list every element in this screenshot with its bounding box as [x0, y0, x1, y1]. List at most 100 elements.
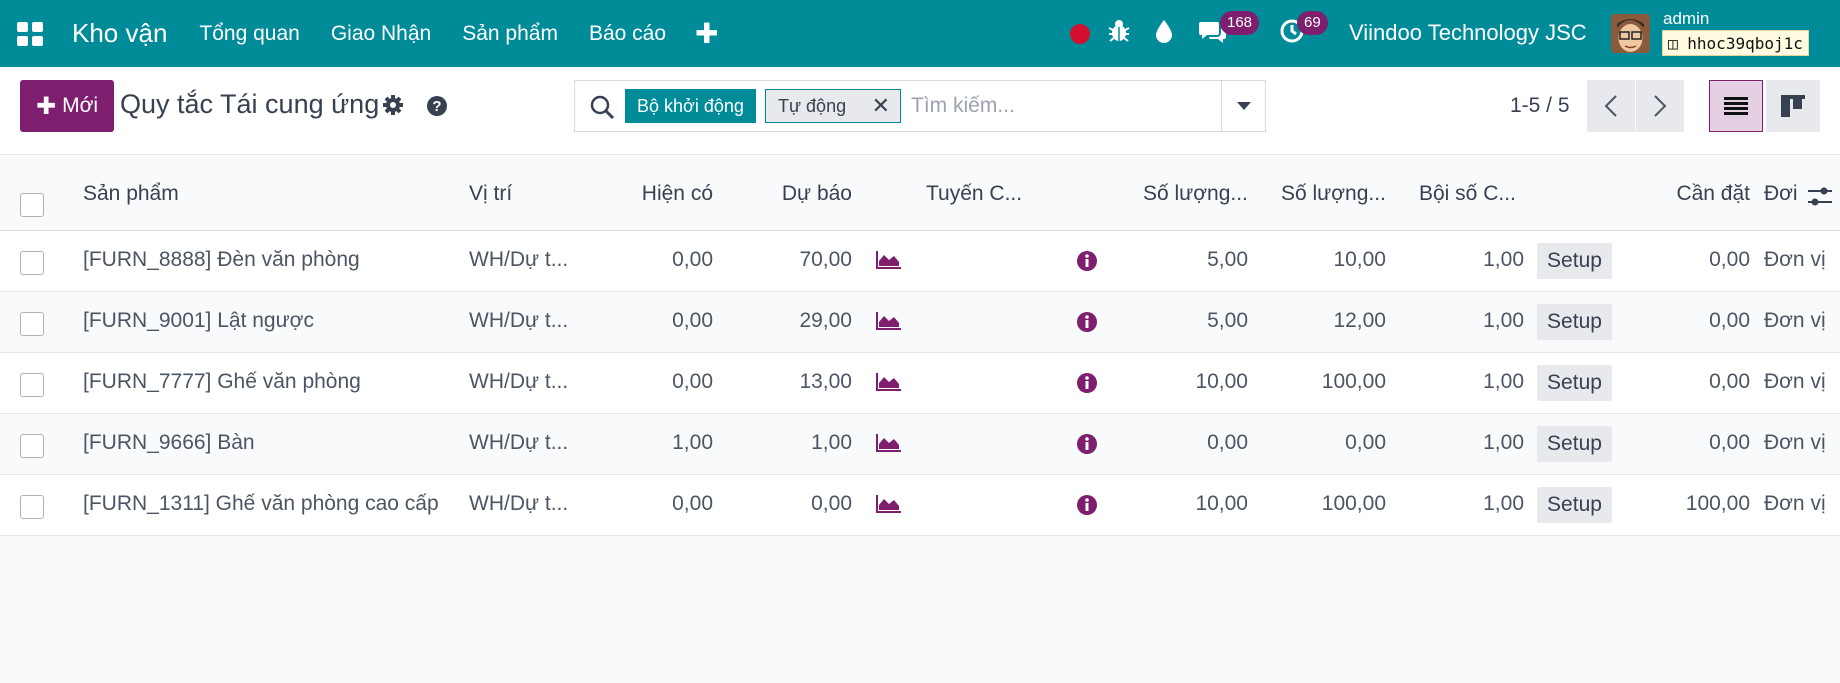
table-row[interactable]: [FURN_1311] Ghế văn phòng cao cấp WH/Dự …: [0, 475, 1840, 536]
area-chart-icon[interactable]: [874, 434, 901, 454]
select-all-checkbox[interactable]: [20, 193, 44, 217]
location-cell[interactable]: WH/Dự t...: [469, 370, 572, 394]
svg-text:?: ?: [432, 98, 441, 115]
area-chart-icon[interactable]: [874, 251, 901, 271]
bug-icon[interactable]: [1108, 18, 1130, 44]
search-icon[interactable]: [589, 94, 615, 120]
menu-transfers[interactable]: Giao Nhận: [331, 22, 431, 46]
info-icon[interactable]: [1076, 250, 1098, 272]
column-header-min-qty[interactable]: Số lượng...: [1143, 182, 1248, 206]
uom-cell[interactable]: Đơn vị: [1764, 492, 1840, 516]
search-options-toggle[interactable]: [1221, 81, 1265, 131]
forecast-cell: 0,00: [811, 492, 852, 515]
close-icon[interactable]: ✕: [872, 90, 890, 122]
product-cell[interactable]: [FURN_9666] Bàn: [83, 431, 459, 455]
help-icon[interactable]: ?: [426, 95, 448, 117]
row-checkbox[interactable]: [20, 495, 44, 519]
max-qty-cell[interactable]: 100,00: [1281, 492, 1386, 516]
max-qty-cell[interactable]: 100,00: [1281, 370, 1386, 394]
sliders-icon[interactable]: [1808, 186, 1832, 208]
location-cell[interactable]: WH/Dự t...: [469, 309, 572, 333]
info-icon[interactable]: [1076, 372, 1098, 394]
setup-button[interactable]: Setup: [1537, 487, 1612, 523]
min-qty-cell[interactable]: 5,00: [1143, 309, 1248, 333]
column-header-uom[interactable]: Đơi: [1764, 182, 1804, 206]
to-order-cell[interactable]: 0,00: [1640, 248, 1750, 272]
pager-value[interactable]: 1-5 / 5: [1510, 94, 1570, 118]
row-checkbox[interactable]: [20, 434, 44, 458]
table-row[interactable]: [FURN_9666] Bàn WH/Dự t... 1,00 1,00 0,0…: [0, 414, 1840, 475]
row-checkbox[interactable]: [20, 373, 44, 397]
uom-cell[interactable]: Đơn vị: [1764, 309, 1840, 333]
max-qty-cell[interactable]: 10,00: [1281, 248, 1386, 272]
record-icon[interactable]: [1070, 24, 1090, 44]
column-header-to-order[interactable]: Cần đặt: [1640, 182, 1750, 206]
column-header-forecast[interactable]: Dự báo: [740, 182, 852, 206]
to-order-cell[interactable]: 0,00: [1640, 431, 1750, 455]
app-name[interactable]: Kho vận: [72, 18, 167, 49]
column-header-max-qty[interactable]: Số lượng...: [1281, 182, 1386, 206]
setup-button[interactable]: Setup: [1537, 365, 1612, 401]
setup-button[interactable]: Setup: [1537, 243, 1612, 279]
area-chart-icon[interactable]: [874, 495, 901, 515]
min-qty-cell[interactable]: 5,00: [1143, 248, 1248, 272]
company-switcher[interactable]: Viindoo Technology JSC: [1349, 20, 1587, 46]
avatar[interactable]: [1611, 14, 1650, 53]
area-chart-icon[interactable]: [874, 373, 901, 393]
row-checkbox[interactable]: [20, 312, 44, 336]
info-icon[interactable]: [1076, 433, 1098, 455]
to-order-cell[interactable]: 0,00: [1640, 370, 1750, 394]
setup-button[interactable]: Setup: [1537, 426, 1612, 462]
multiple-qty-cell[interactable]: 1,00: [1419, 370, 1524, 394]
product-cell[interactable]: [FURN_8888] Đèn văn phòng: [83, 248, 459, 272]
product-cell[interactable]: [FURN_7777] Ghế văn phòng: [83, 370, 459, 394]
table-row[interactable]: [FURN_9001] Lật ngược WH/Dự t... 0,00 29…: [0, 292, 1840, 353]
chevron-right-icon: [1654, 95, 1667, 117]
to-order-cell[interactable]: 100,00: [1640, 492, 1750, 516]
product-cell[interactable]: [FURN_9001] Lật ngược: [83, 309, 459, 333]
max-qty-cell[interactable]: 12,00: [1281, 309, 1386, 333]
drop-icon[interactable]: [1154, 18, 1174, 44]
user-name[interactable]: admin: [1663, 9, 1709, 29]
column-header-location[interactable]: Vị trí: [469, 182, 512, 206]
plus-icon[interactable]: ✚: [695, 17, 718, 50]
new-button[interactable]: ✚ Mới: [20, 80, 114, 132]
menu-overview[interactable]: Tổng quan: [199, 22, 299, 46]
column-header-product[interactable]: Sản phẩm: [83, 182, 179, 206]
multiple-qty-cell[interactable]: 1,00: [1419, 248, 1524, 272]
area-chart-icon[interactable]: [874, 312, 901, 332]
product-cell[interactable]: [FURN_1311] Ghế văn phòng cao cấp: [83, 492, 459, 516]
column-header-route[interactable]: Tuyến C...: [926, 182, 1030, 206]
min-qty-cell[interactable]: 0,00: [1143, 431, 1248, 455]
multiple-qty-cell[interactable]: 1,00: [1419, 431, 1524, 455]
search-input[interactable]: [911, 89, 1211, 123]
info-icon[interactable]: [1076, 311, 1098, 333]
multiple-qty-cell[interactable]: 1,00: [1419, 492, 1524, 516]
uom-cell[interactable]: Đơn vị: [1764, 248, 1840, 272]
min-qty-cell[interactable]: 10,00: [1143, 370, 1248, 394]
menu-reports[interactable]: Báo cáo: [589, 22, 666, 46]
pager-previous-button[interactable]: [1587, 80, 1635, 132]
row-checkbox[interactable]: [20, 251, 44, 275]
pager-next-button[interactable]: [1636, 80, 1684, 132]
location-cell[interactable]: WH/Dự t...: [469, 492, 572, 516]
app-menu-icon[interactable]: [17, 21, 45, 46]
uom-cell[interactable]: Đơn vị: [1764, 370, 1840, 394]
table-row[interactable]: [FURN_7777] Ghế văn phòng WH/Dự t... 0,0…: [0, 353, 1840, 414]
kanban-view-button[interactable]: [1766, 80, 1820, 132]
location-cell[interactable]: WH/Dự t...: [469, 431, 572, 455]
to-order-cell[interactable]: 0,00: [1640, 309, 1750, 333]
gear-icon[interactable]: [382, 94, 404, 116]
uom-cell[interactable]: Đơn vị: [1764, 431, 1840, 455]
min-qty-cell[interactable]: 10,00: [1143, 492, 1248, 516]
info-icon[interactable]: [1076, 494, 1098, 516]
menu-products[interactable]: Sản phẩm: [462, 22, 558, 46]
setup-button[interactable]: Setup: [1537, 304, 1612, 340]
table-row[interactable]: [FURN_8888] Đèn văn phòng WH/Dự t... 0,0…: [0, 231, 1840, 292]
location-cell[interactable]: WH/Dự t...: [469, 248, 572, 272]
list-view-button[interactable]: [1709, 80, 1763, 132]
max-qty-cell[interactable]: 0,00: [1281, 431, 1386, 455]
multiple-qty-cell[interactable]: 1,00: [1419, 309, 1524, 333]
column-header-multiple[interactable]: Bội số C...: [1419, 182, 1524, 206]
column-header-on-hand[interactable]: Hiện có: [600, 182, 713, 206]
